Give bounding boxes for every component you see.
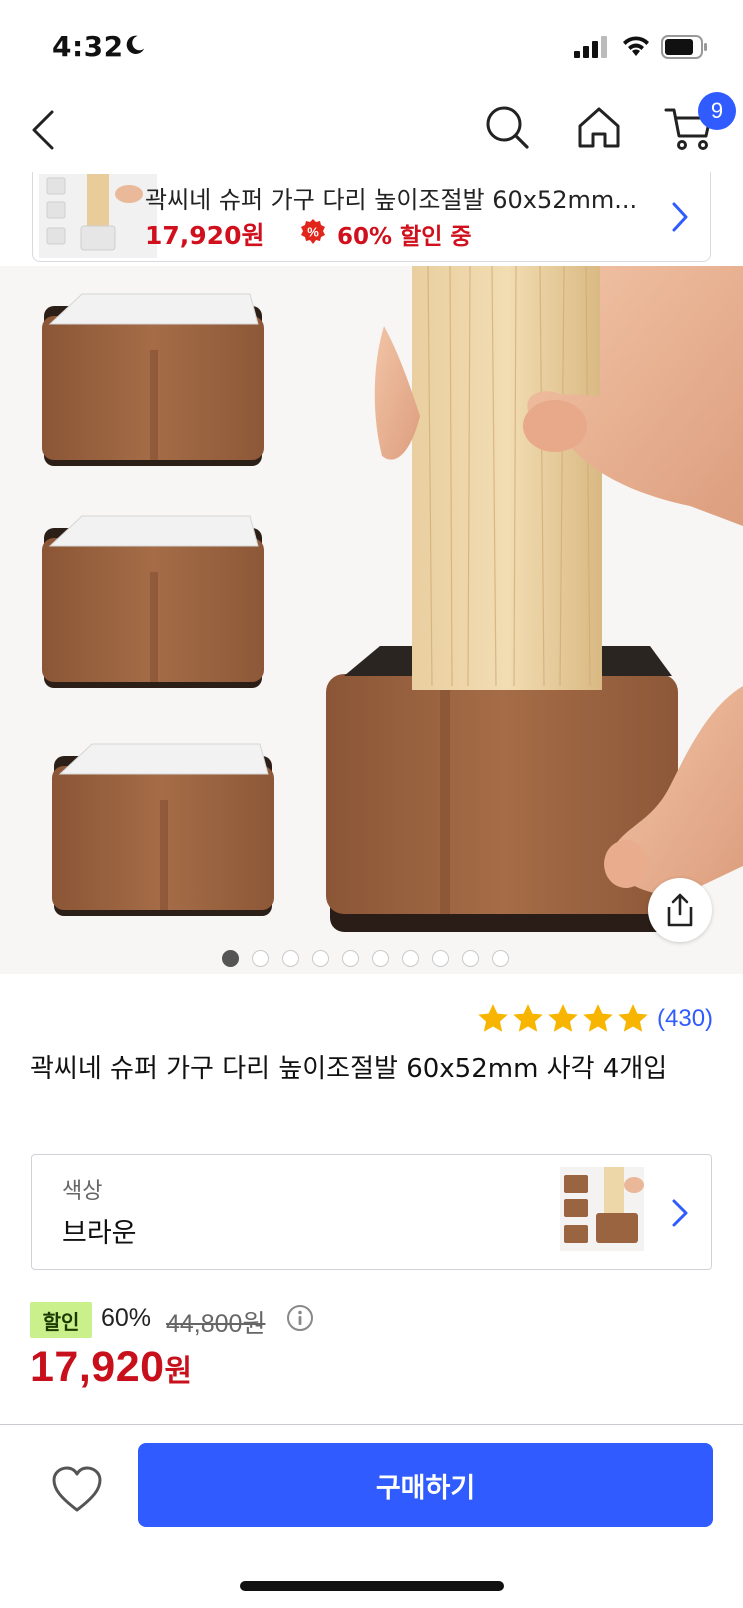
page-dot[interactable] bbox=[432, 950, 449, 967]
page-dot[interactable] bbox=[312, 950, 329, 967]
buy-button[interactable]: 구매하기 bbox=[138, 1443, 713, 1527]
cellular-signal-icon bbox=[574, 36, 607, 58]
color-option-selector[interactable]: 색상 브라운 bbox=[31, 1154, 712, 1270]
mini-product-price: 17,920원 bbox=[145, 221, 265, 250]
discount-badge: 할인 bbox=[30, 1302, 92, 1338]
star-icon bbox=[548, 1004, 578, 1032]
page-dot[interactable] bbox=[372, 950, 389, 967]
original-price: 44,800원 bbox=[166, 1310, 266, 1338]
mini-product-title: 곽씨네 슈퍼 가구 다리 높이조절발 60x52mm... bbox=[145, 186, 638, 214]
search-icon[interactable] bbox=[484, 104, 530, 150]
product-image[interactable] bbox=[0, 266, 743, 974]
small-block-2 bbox=[42, 515, 264, 688]
cart-count-badge[interactable]: 9 bbox=[698, 92, 736, 130]
page-dot[interactable] bbox=[282, 950, 299, 967]
battery-icon bbox=[661, 35, 707, 59]
chevron-right-icon[interactable] bbox=[669, 200, 691, 234]
home-indicator bbox=[240, 1581, 504, 1591]
discount-rate: 60% bbox=[101, 1304, 152, 1332]
page-dot[interactable] bbox=[342, 950, 359, 967]
star-icon bbox=[618, 1004, 648, 1032]
star-icon bbox=[583, 1004, 613, 1032]
option-thumbnail bbox=[560, 1167, 644, 1251]
info-icon[interactable] bbox=[286, 1304, 314, 1332]
product-title: 곽씨네 슈퍼 가구 다리 높이조절발 60x52mm 사각 4개입 bbox=[30, 1054, 668, 1084]
status-time: 4:32 bbox=[52, 30, 124, 63]
sale-price: 17,920원 bbox=[30, 1343, 193, 1392]
page-dot[interactable] bbox=[402, 950, 419, 967]
discount-badge-icon: % bbox=[301, 219, 325, 244]
status-bar: 4:32 bbox=[0, 0, 743, 96]
heart-icon[interactable] bbox=[50, 1465, 104, 1515]
mini-product-thumbnail bbox=[39, 174, 157, 258]
sale-price-unit: 원 bbox=[164, 1355, 193, 1388]
page-dot[interactable] bbox=[252, 950, 269, 967]
option-label: 색상 bbox=[62, 1179, 103, 1204]
small-block-1 bbox=[42, 293, 264, 466]
home-icon[interactable] bbox=[576, 104, 622, 150]
mini-discount-text: 60% 할인 중 bbox=[337, 224, 472, 250]
sale-price-number: 17,920 bbox=[30, 1343, 165, 1391]
review-count[interactable]: (430) bbox=[657, 1005, 713, 1033]
share-icon bbox=[667, 893, 693, 927]
top-nav bbox=[0, 96, 743, 176]
bottom-action-bar: 구매하기 bbox=[0, 1424, 743, 1608]
star-icon bbox=[478, 1004, 508, 1032]
star-icon bbox=[513, 1004, 543, 1032]
back-chevron-icon[interactable] bbox=[26, 106, 62, 154]
moon-icon bbox=[126, 35, 145, 54]
discount-icon-label: % bbox=[307, 225, 319, 240]
chevron-right-icon bbox=[672, 1199, 688, 1227]
page-dot[interactable] bbox=[462, 950, 479, 967]
wifi-icon bbox=[623, 36, 649, 56]
gallery-pagination[interactable] bbox=[222, 950, 509, 968]
share-button[interactable] bbox=[648, 878, 712, 942]
page-dot[interactable] bbox=[492, 950, 509, 967]
rating-summary[interactable]: (430) bbox=[476, 1002, 713, 1036]
page-dot[interactable] bbox=[222, 950, 239, 967]
small-block-3 bbox=[52, 743, 274, 916]
mini-product-banner[interactable]: 곽씨네 슈퍼 가구 다리 높이조절발 60x52mm... 17,920원 % … bbox=[32, 172, 711, 262]
option-value: 브라운 bbox=[62, 1218, 137, 1249]
